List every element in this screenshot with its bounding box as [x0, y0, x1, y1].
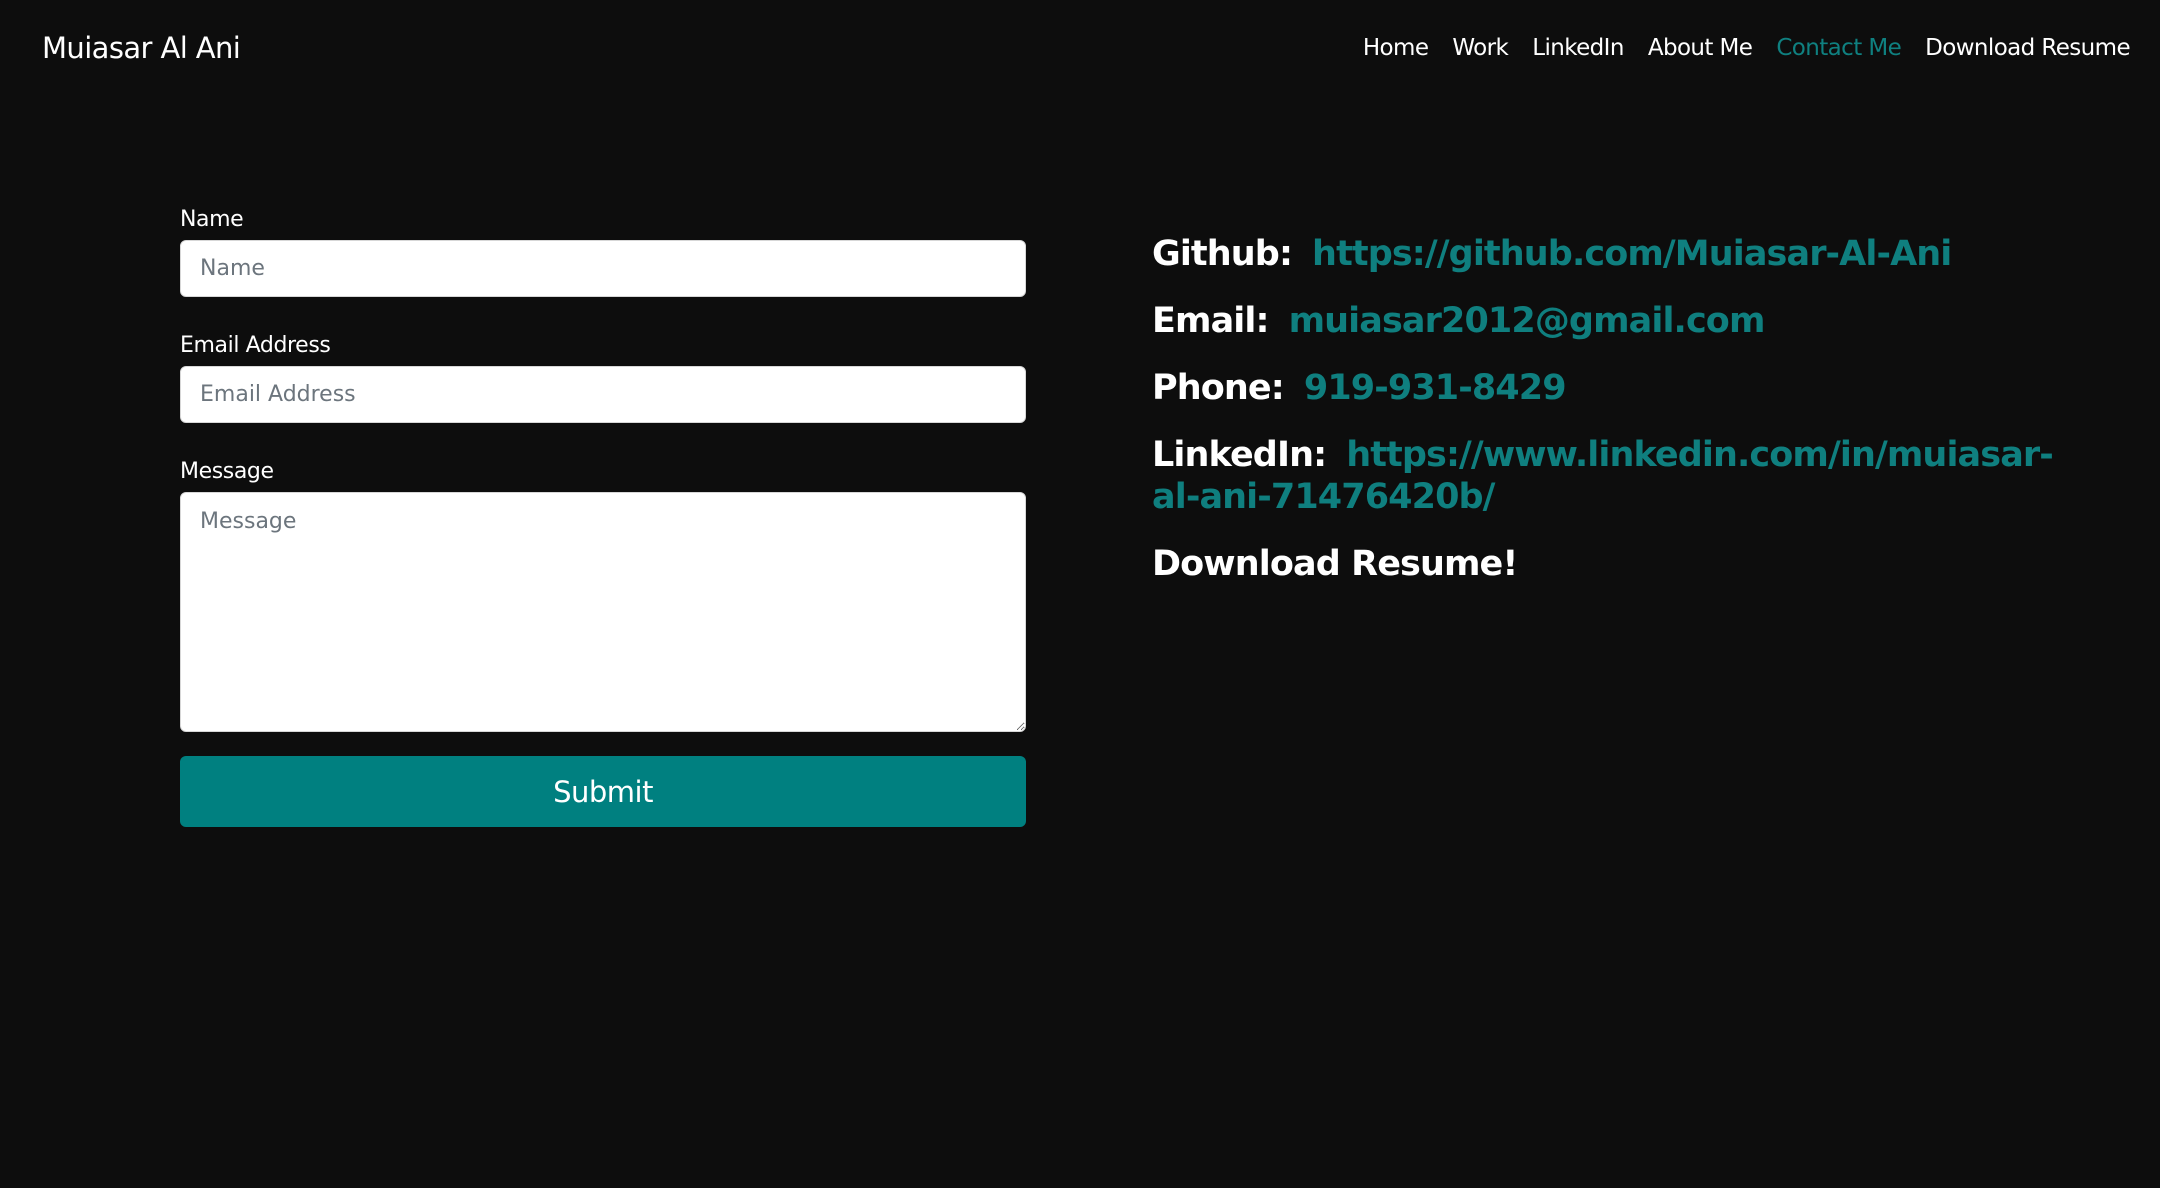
phone-link[interactable]: 919-931-8429 [1304, 368, 1567, 408]
contact-form: Name Email Address Message Submit [180, 200, 1026, 827]
github-label: Github: [1152, 234, 1293, 274]
submit-button[interactable]: Submit [180, 756, 1026, 827]
email-row: Email: muiasar2012@gmail.com [1152, 300, 2152, 342]
message-textarea[interactable] [180, 492, 1026, 732]
linkedin-link-continued[interactable]: al-ani-71476420b/ [1152, 476, 2152, 518]
download-resume-link[interactable]: Download Resume! [1152, 543, 2152, 585]
email-input[interactable] [180, 366, 1026, 423]
linkedin-row: LinkedIn: https://www.linkedin.com/in/mui… [1152, 434, 2152, 518]
email-label: Email: [1152, 301, 1269, 341]
phone-row: Phone: 919-931-8429 [1152, 367, 2152, 409]
linkedin-link[interactable]: https://www.linkedin.com/in/muiasar- [1346, 435, 2054, 475]
brand-link[interactable]: Muiasar Al Ani [42, 28, 241, 68]
email-link[interactable]: muiasar2012@gmail.com [1289, 301, 1766, 341]
navbar: Muiasar Al Ani Home Work LinkedIn About … [0, 0, 2160, 96]
github-row: Github: https://github.com/Muiasar-Al-Ani [1152, 233, 2152, 275]
name-field-gap [180, 297, 1026, 326]
contact-info: Github: https://github.com/Muiasar-Al-Ani… [1152, 233, 2152, 585]
nav-menu: Home Work LinkedIn About Me Contact Me D… [1363, 30, 2131, 66]
nav-download-resume[interactable]: Download Resume [1925, 30, 2130, 66]
github-link[interactable]: https://github.com/Muiasar-Al-Ani [1312, 234, 1952, 274]
name-input[interactable] [180, 240, 1026, 297]
nav-about-me[interactable]: About Me [1648, 30, 1753, 66]
phone-label: Phone: [1152, 368, 1285, 408]
nav-home[interactable]: Home [1363, 30, 1429, 66]
name-label: Name [180, 207, 244, 232]
message-label: Message [180, 459, 274, 484]
nav-contact-me[interactable]: Contact Me [1776, 30, 1901, 66]
nav-linkedin[interactable]: LinkedIn [1532, 30, 1624, 66]
email-field-gap [180, 423, 1026, 452]
nav-work[interactable]: Work [1452, 30, 1508, 66]
linkedin-label: LinkedIn: [1152, 435, 1327, 475]
email-label: Email Address [180, 333, 331, 358]
